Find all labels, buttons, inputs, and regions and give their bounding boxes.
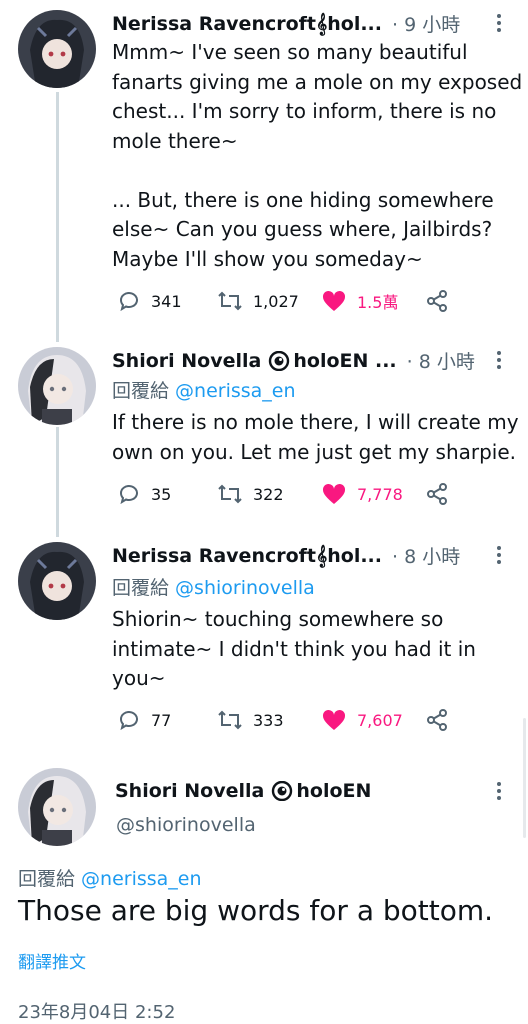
- author-name-suffix[interactable]: holoEN ...: [293, 350, 396, 372]
- retweet-count: 322: [253, 484, 284, 504]
- share-icon: [427, 290, 447, 312]
- like-button[interactable]: 1.5萬: [321, 289, 398, 313]
- reply-to: 回覆給 @nerissa_en: [18, 864, 202, 891]
- heart-icon: [322, 290, 346, 311]
- share-icon: [427, 483, 447, 505]
- reply-handle-link[interactable]: @nerissa_en: [175, 380, 296, 402]
- tweet[interactable]: Nerissa Ravencroft𝄞hol... · 9 小時 Mmm~ I'…: [0, 0, 528, 330]
- main-tweet-header: Shiori Novella holoEN: [115, 780, 371, 802]
- share-icon: [427, 709, 447, 731]
- more-icon[interactable]: [497, 782, 503, 803]
- share-button[interactable]: [425, 482, 449, 506]
- tweet[interactable]: Shiori Novella holoEN ... · 8 小時 回覆給 @ne…: [0, 335, 528, 525]
- reply-to: 回覆給 @nerissa_en: [112, 376, 296, 403]
- reply-count: 77: [151, 710, 172, 730]
- share-button[interactable]: [425, 708, 449, 732]
- share-button[interactable]: [425, 289, 449, 313]
- reply-handle-link[interactable]: @shiorinovella: [175, 577, 315, 599]
- avatar[interactable]: [18, 347, 96, 425]
- main-tweet-text: Those are big words for a bottom.: [18, 894, 494, 927]
- tweet-time[interactable]: · 8 小時: [392, 542, 460, 569]
- eye-icon: [272, 781, 293, 801]
- like-button[interactable]: 7,778: [321, 482, 403, 506]
- avatar[interactable]: [18, 542, 96, 620]
- reply-button[interactable]: 77: [117, 708, 171, 732]
- retweet-button[interactable]: 333: [217, 708, 284, 732]
- avatar[interactable]: [18, 768, 96, 846]
- like-count: 7,778: [357, 484, 403, 504]
- reply-icon: [120, 711, 138, 731]
- retweet-count: 1,027: [253, 291, 299, 311]
- author-name[interactable]: Nerissa Ravencroft𝄞hol...: [112, 545, 382, 567]
- reply-count: 35: [151, 484, 172, 504]
- author-handle[interactable]: @shiorinovella: [116, 814, 256, 836]
- retweet-icon: [218, 291, 242, 311]
- author-name[interactable]: Shiori Novella: [112, 350, 261, 372]
- tweet-text: Shiorin~ touching somewhere so intimate~…: [112, 607, 476, 690]
- tweet-header: Nerissa Ravencroft𝄞hol... · 9 小時: [112, 10, 460, 37]
- tweet-text: Mmm~ I've seen so many beautiful fanarts…: [112, 40, 523, 271]
- translate-link[interactable]: 翻譯推文: [18, 948, 86, 973]
- tweet[interactable]: Nerissa Ravencroft𝄞hol... · 8 小時 回覆給 @sh…: [0, 530, 528, 750]
- tweet-time[interactable]: · 9 小時: [392, 10, 460, 37]
- reply-prefix: 回覆給: [18, 868, 82, 890]
- like-count: 1.5萬: [357, 293, 399, 312]
- tweet-time[interactable]: · 8 小時: [407, 347, 475, 374]
- tweet-header: Nerissa Ravencroft𝄞hol... · 8 小時: [112, 542, 460, 569]
- retweet-button[interactable]: 1,027: [217, 289, 299, 313]
- reply-handle-link[interactable]: @nerissa_en: [81, 868, 202, 890]
- reply-button[interactable]: 35: [117, 482, 171, 506]
- heart-icon: [322, 483, 346, 504]
- reply-prefix: 回覆給: [112, 577, 176, 599]
- more-icon[interactable]: [497, 351, 503, 372]
- eye-icon: [269, 350, 290, 371]
- heart-icon: [322, 709, 346, 730]
- main-tweet: Shiori Novella holoEN @shiorinovella 回覆給…: [0, 760, 528, 1024]
- author-name-suffix[interactable]: holoEN: [296, 780, 371, 802]
- more-icon[interactable]: [497, 14, 503, 35]
- reply-to: 回覆給 @shiorinovella: [112, 573, 315, 600]
- tweet-header: Shiori Novella holoEN ... · 8 小時: [112, 347, 475, 374]
- reply-icon: [120, 485, 138, 505]
- retweet-count: 333: [253, 710, 284, 730]
- reply-count: 341: [151, 291, 182, 311]
- tweet-timestamp[interactable]: 23年8月04日 2:52: [18, 998, 175, 1024]
- more-icon[interactable]: [497, 546, 503, 567]
- retweet-icon: [218, 710, 242, 730]
- like-count: 7,607: [357, 710, 403, 730]
- avatar[interactable]: [18, 10, 96, 88]
- retweet-button[interactable]: 322: [217, 482, 284, 506]
- tweet-text: If there is no mole there, I will create…: [112, 410, 519, 464]
- reply-prefix: 回覆給: [112, 380, 176, 402]
- reply-button[interactable]: 341: [117, 289, 182, 313]
- author-name[interactable]: Nerissa Ravencroft𝄞hol...: [112, 13, 382, 35]
- retweet-icon: [218, 484, 242, 504]
- author-name[interactable]: Shiori Novella: [115, 780, 264, 802]
- like-button[interactable]: 7,607: [321, 708, 403, 732]
- reply-icon: [120, 292, 138, 312]
